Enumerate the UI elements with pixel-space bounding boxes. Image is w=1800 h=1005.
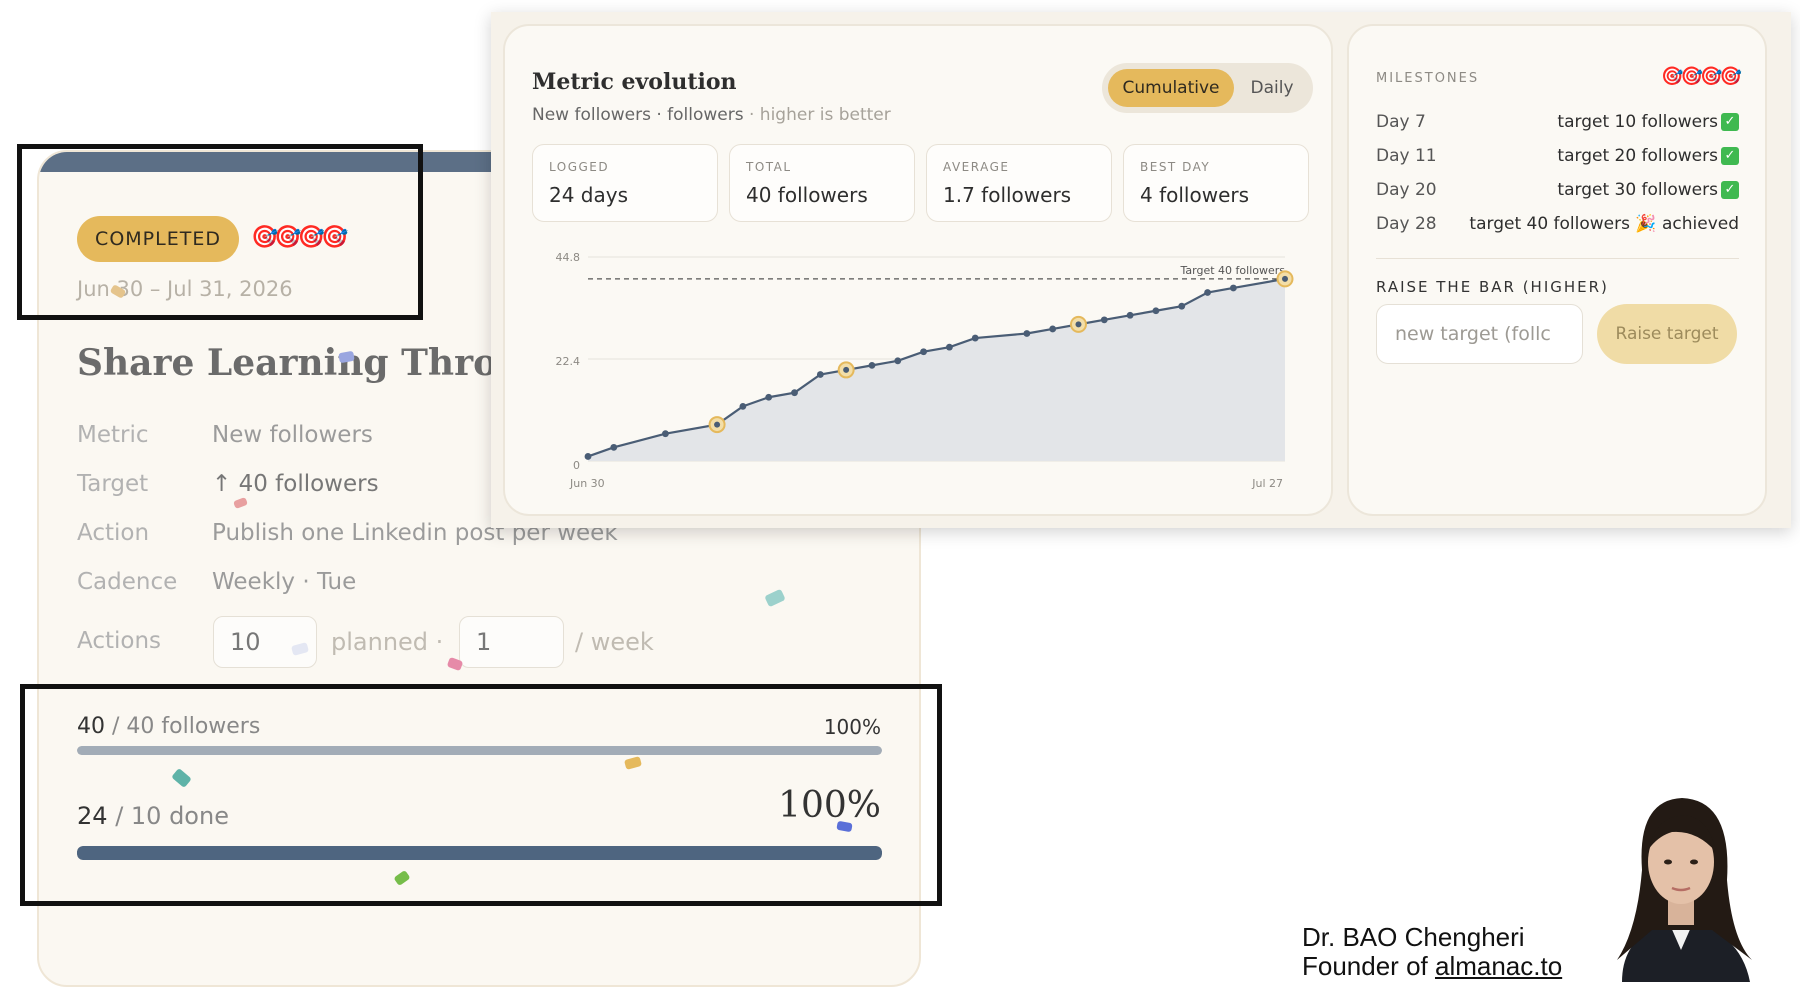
data-point [662, 430, 669, 438]
highlight-box-status [17, 144, 423, 320]
data-point [739, 402, 747, 410]
data-point [1049, 325, 1057, 333]
milestone-point [1282, 275, 1288, 282]
data-point [1204, 289, 1211, 296]
new-target-input[interactable] [1376, 304, 1583, 364]
cadence-label: Cadence [77, 569, 178, 595]
data-point [971, 334, 979, 342]
per-week-label: / week [575, 628, 654, 656]
action-label: Action [77, 520, 150, 546]
milestone-target: target 30 followers ✓ [1557, 180, 1739, 200]
y-tick-label: 0 [573, 459, 580, 472]
metric-label: Metric [77, 422, 149, 448]
milestones-heading: MILESTONES [1376, 71, 1480, 86]
data-point [868, 361, 876, 369]
check-icon: ✓ [1721, 113, 1739, 131]
target-label: Target [77, 471, 149, 497]
actions-label: Actions [77, 628, 162, 654]
milestone-day: Day 11 [1376, 146, 1437, 166]
cumulative-tab[interactable]: Cumulative [1108, 69, 1234, 107]
data-point [920, 348, 927, 356]
stat-label: BEST DAY [1140, 160, 1211, 174]
metric-evolution-subtitle: New followers · followers · higher is be… [532, 105, 891, 125]
data-point [610, 443, 618, 451]
data-point [1126, 311, 1134, 319]
highlight-box-progress [20, 684, 942, 906]
milestone-point [843, 366, 850, 373]
confetti [233, 497, 248, 509]
milestone-day: Day 28 [1376, 214, 1437, 234]
stat-value: 40 followers [746, 183, 868, 207]
daily-tab[interactable]: Daily [1236, 69, 1308, 107]
milestone-target: target 20 followers ✓ [1557, 146, 1739, 166]
planned-actions-field[interactable]: 10 [213, 616, 317, 668]
metric-evolution-title: Metric evolution [532, 69, 737, 95]
metric-evolution-note: · higher is better [749, 105, 891, 125]
stat-label: LOGGED [549, 160, 610, 174]
raise-target-button[interactable]: Raise target [1597, 304, 1737, 364]
milestone-target: target 10 followers ✓ [1557, 112, 1739, 132]
milestone-row: Day 7 target 10 followers ✓ [1376, 108, 1739, 138]
milestone-row: Day 11 target 20 followers ✓ [1376, 142, 1739, 172]
data-point [1023, 330, 1031, 337]
data-point [946, 343, 953, 351]
metric-chart: 44.8 22.4 0 Jun 30 Jul 27 Target 40 foll… [556, 251, 1294, 490]
data-point [894, 357, 902, 365]
data-point [584, 453, 592, 460]
confetti [764, 588, 786, 608]
metric-value: New followers [212, 422, 373, 448]
raise-bar-heading: RAISE THE BAR (HIGHER) [1376, 278, 1609, 296]
milestone-point [714, 421, 721, 428]
stat-card-total: TOTAL 40 followers [729, 144, 915, 222]
data-point [1178, 302, 1186, 310]
data-point [1229, 284, 1237, 292]
target-value: ↑ 40 followers [212, 471, 379, 497]
stat-card-logged: LOGGED 24 days [532, 144, 718, 222]
milestone-row: Day 28 target 40 followers 🎉 achieved [1376, 210, 1739, 240]
milestone-row: Day 20 target 30 followers ✓ [1376, 176, 1739, 206]
check-icon: ✓ [1721, 147, 1739, 165]
y-tick-label: 44.8 [556, 251, 581, 264]
stat-value: 24 days [549, 183, 629, 207]
stat-value: 1.7 followers [943, 183, 1072, 207]
cadence-value: Weekly · Tue [212, 569, 357, 595]
per-week-field[interactable]: 1 [459, 616, 564, 668]
stat-label: AVERAGE [943, 160, 1010, 174]
milestones-divider [1376, 258, 1739, 259]
metric-evolution-panel: Metric evolution New followers · followe… [503, 24, 1333, 516]
data-point [791, 389, 798, 397]
planned-label: planned · [331, 628, 444, 656]
data-point [1100, 316, 1108, 324]
stat-card-best-day: BEST DAY 4 followers [1123, 144, 1309, 222]
view-toggle: Cumulative Daily [1102, 63, 1313, 113]
x-tick-label: Jul 27 [1251, 477, 1283, 490]
overlay-panel: Metric evolution New followers · followe… [491, 12, 1791, 528]
stat-card-average: AVERAGE 1.7 followers [926, 144, 1112, 222]
x-tick-label: Jun 30 [569, 477, 605, 490]
data-point [816, 371, 824, 378]
milestones-panel: MILESTONES 🎯🎯🎯🎯 Day 7 target 10 follower… [1347, 24, 1767, 516]
presenter-avatar [1617, 798, 1752, 982]
stat-label: TOTAL [746, 160, 792, 174]
milestone-target: target 40 followers 🎉 achieved [1469, 214, 1739, 234]
stat-value: 4 followers [1140, 183, 1250, 207]
presenter-role: Founder of almanac.to [1302, 951, 1563, 981]
milestone-point [1075, 321, 1082, 328]
check-icon: ✓ [1721, 181, 1739, 199]
milestones-target-icons: 🎯🎯🎯🎯 [1661, 66, 1742, 87]
target-line-label: Target 40 followers [1180, 264, 1286, 277]
milestone-day: Day 20 [1376, 180, 1437, 200]
milestone-day: Day 7 [1376, 112, 1426, 132]
presenter-name: Dr. BAO Chengheri [1302, 922, 1525, 952]
data-point [765, 393, 773, 401]
goal-title: Share Learning Throug [77, 342, 549, 384]
y-tick-label: 22.4 [556, 355, 581, 368]
data-point [1152, 307, 1160, 315]
presenter-link[interactable]: almanac.to [1435, 951, 1562, 981]
